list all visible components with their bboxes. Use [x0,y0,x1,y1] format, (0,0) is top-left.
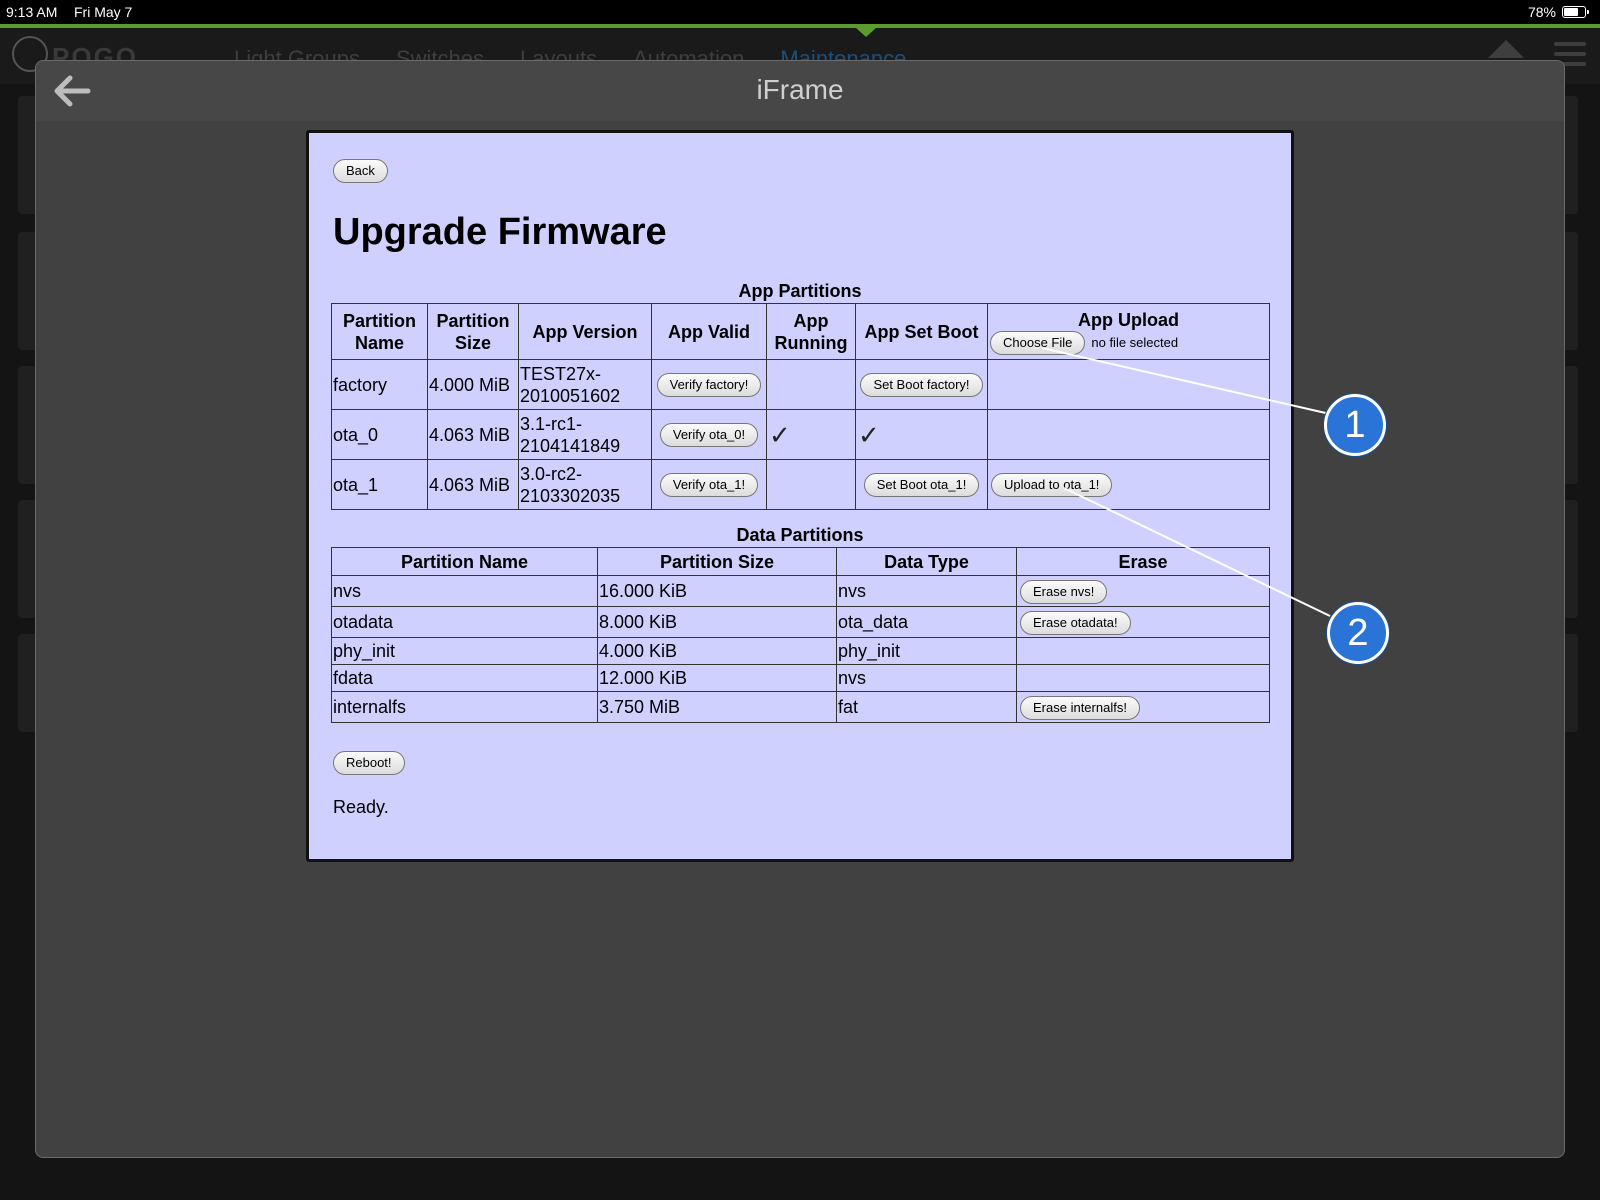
app-version: 3.1-rc1-2104141849 [518,409,652,460]
data-type: fat [836,691,1017,723]
table-row: ota_0 4.063 MiB 3.1-rc1-2104141849 Verif… [331,409,1270,460]
erase-otadata-button[interactable]: Erase otadata! [1020,610,1131,635]
erase-cell [1016,637,1270,665]
callout-2: 2 [1327,602,1389,664]
column-header: App Set Boot [855,303,988,360]
reboot-button[interactable]: Reboot! [333,751,405,775]
battery-percent: 78% [1527,4,1556,20]
column-header: Partition Name [331,547,598,576]
app-set-boot-cell: Set Boot ota_1! [855,459,988,510]
running-checkmark-icon: ✓ [766,409,856,460]
data-partitions-table: Partition Name Partition Size Data Type … [331,547,1270,723]
table-row: internalfs 3.750 MiB fat Erase internalf… [331,691,1270,723]
column-header-app-upload: App Upload Choose File no file selected [987,303,1270,360]
upload-to-ota-1-button[interactable]: Upload to ota_1! [991,473,1113,497]
erase-nvs-button[interactable]: Erase nvs! [1020,579,1108,604]
table-row: fdata 12.000 KiB nvs [331,664,1270,692]
erase-internalfs-button[interactable]: Erase internalfs! [1020,695,1140,720]
table-row: nvs 16.000 KiB nvs Erase nvs! [331,575,1270,607]
partition-size: 3.750 MiB [597,691,837,723]
app-version: 3.0-rc2-2103302035 [518,459,652,510]
app-running-cell [766,359,856,410]
accent-bar [0,24,1600,28]
column-header: App Valid [651,303,767,360]
column-header: Erase [1016,547,1270,576]
app-set-boot-cell: Set Boot factory! [855,359,988,410]
file-chooser: Choose File no file selected [988,330,1269,355]
data-type: ota_data [836,606,1017,638]
callout-1: 1 [1324,394,1386,456]
app-valid-cell: Verify ota_1! [651,459,767,510]
column-header: Partition Size [597,547,837,576]
verify-factory-button[interactable]: Verify factory! [656,373,762,397]
table-header-row: Partition Name Partition Size Data Type … [331,547,1270,576]
partition-name: ota_0 [331,409,428,460]
app-version: TEST27x-2010051602 [518,359,652,410]
partition-name: factory [331,359,428,410]
erase-cell [1016,664,1270,692]
app-partitions-caption: App Partitions [738,281,862,301]
column-header: Partition Name [331,303,428,360]
table-row: factory 4.000 MiB TEST27x-2010051602 Ver… [331,359,1270,410]
set-boot-ota-1-button[interactable]: Set Boot ota_1! [863,473,980,497]
app-upload-cell [987,409,1270,460]
status-battery: 78% [1527,4,1589,20]
set-boot-checkmark-icon: ✓ [855,409,988,460]
verify-ota-1-button[interactable]: Verify ota_1! [659,473,759,497]
back-button[interactable]: Back [333,159,388,183]
app-upload-header-label: App Upload [1078,309,1179,330]
app-partitions-table: Partition Name Partition Size App Versio… [331,303,1270,510]
column-header: Partition Size [427,303,519,360]
modal-title: iFrame [756,74,844,105]
erase-cell: Erase otadata! [1016,606,1270,638]
data-partitions-caption: Data Partitions [736,525,864,545]
partition-size: 4.000 MiB [427,359,519,410]
table-row: phy_init 4.000 KiB phy_init [331,637,1270,665]
home-icon[interactable] [1488,40,1524,58]
status-time: 9:13 AM [6,4,58,20]
column-header: App Running [766,303,856,360]
partition-size: 4.063 MiB [427,409,519,460]
table-row: otadata 8.000 KiB ota_data Erase otadata… [331,606,1270,638]
app-upload-cell: Upload to ota_1! [987,459,1270,510]
modal-header: iFrame [36,61,1564,121]
table-header-row: Partition Name Partition Size App Versio… [331,303,1270,360]
file-status-text: no file selected [1091,334,1179,350]
partition-size: 16.000 KiB [597,575,837,607]
battery-icon [1562,6,1589,18]
status-date: Fri May 7 [74,4,133,20]
verify-ota-0-button[interactable]: Verify ota_0! [659,423,759,447]
partition-name: fdata [331,664,598,692]
partition-name: otadata [331,606,598,638]
set-boot-factory-button[interactable]: Set Boot factory! [860,373,983,397]
partition-size: 4.000 KiB [597,637,837,665]
partition-size: 4.063 MiB [427,459,519,510]
column-header: Data Type [836,547,1017,576]
erase-cell: Erase nvs! [1016,575,1270,607]
app-valid-cell: Verify factory! [651,359,767,410]
data-type: nvs [836,664,1017,692]
status-text: Ready. [333,797,389,817]
app-running-cell [766,459,856,510]
partition-name: ota_1 [331,459,428,510]
app-upload-cell [987,359,1270,410]
column-header: App Version [518,303,652,360]
firmware-page: Back Upgrade Firmware App Partitions Par… [306,130,1294,862]
partition-size: 8.000 KiB [597,606,837,638]
data-type: nvs [836,575,1017,607]
table-row: ota_1 4.063 MiB 3.0-rc2-2103302035 Verif… [331,459,1270,510]
page-title: Upgrade Firmware [333,211,667,253]
erase-cell: Erase internalfs! [1016,691,1270,723]
partition-name: internalfs [331,691,598,723]
status-bar: 9:13 AM Fri May 7 78% [0,0,1600,24]
active-nav-indicator [856,28,876,37]
partition-size: 12.000 KiB [597,664,837,692]
partition-name: phy_init [331,637,598,665]
app-valid-cell: Verify ota_0! [651,409,767,460]
partition-name: nvs [331,575,598,607]
data-type: phy_init [836,637,1017,665]
choose-file-button[interactable]: Choose File [990,330,1086,355]
